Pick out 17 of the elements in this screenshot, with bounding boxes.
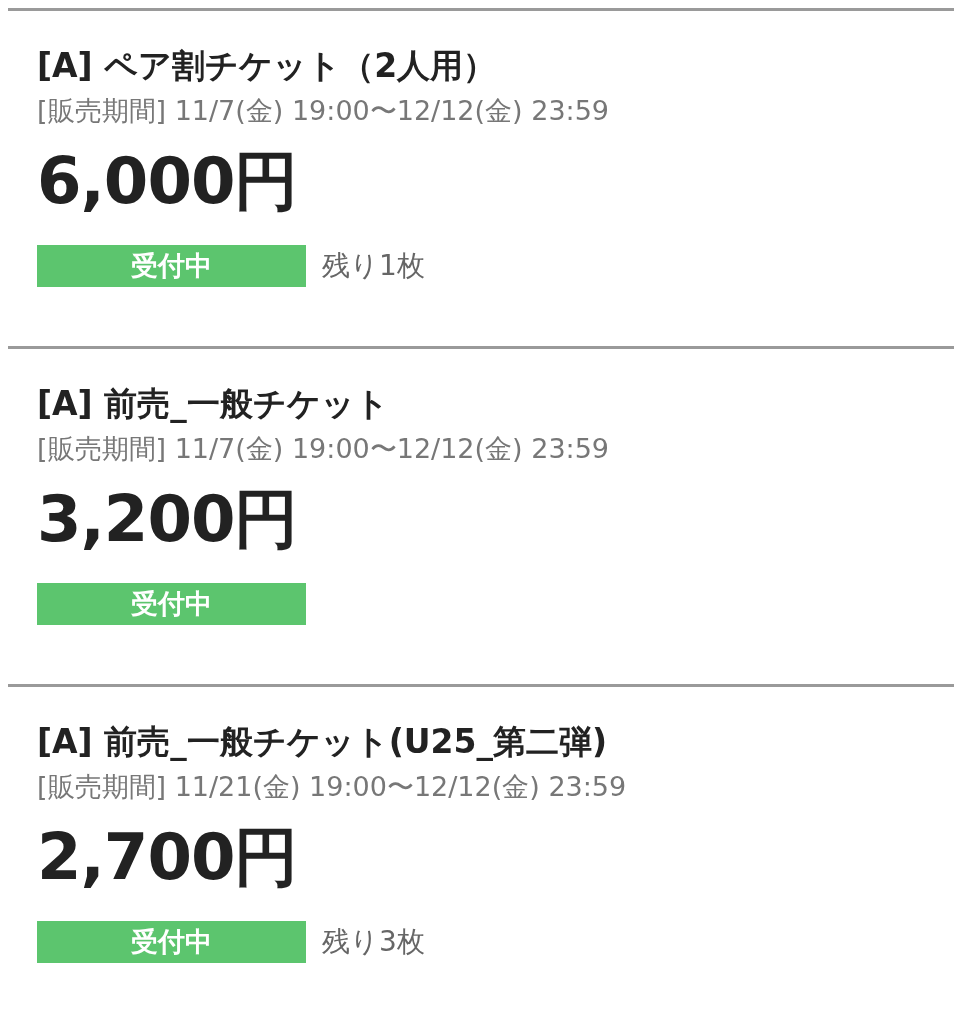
ticket-card[interactable]: [A] ペア割チケット（2人用） [販売期間] 11/7(金) 19:00〜12/12(金) 23:59 6,000円 受付中 残り1枚: [8, 8, 954, 346]
ticket-price: 6,000円: [37, 143, 299, 220]
ticket-card[interactable]: [A] 前売_一般チケット [販売期間] 11/7(金) 19:00〜12/12(金) 23:59 3,200円 受付中: [8, 346, 954, 684]
ticket-card[interactable]: [A] 前売_一般チケット(U25_第二弾) [販売期間] 11/21(金) 19:00〜12/12(金) 23:59 2,700円 受付中 残り3枚: [8, 684, 954, 1022]
remaining-count: 残り1枚: [322, 248, 425, 284]
status-badge: 受付中: [37, 583, 306, 625]
status-badge: 受付中: [37, 245, 306, 287]
ticket-price: 3,200円: [37, 481, 299, 558]
ticket-title: [A] 前売_一般チケット(U25_第二弾): [37, 721, 609, 763]
ticket-price: 2,700円: [37, 819, 299, 896]
ticket-title: [A] 前売_一般チケット: [37, 383, 390, 425]
ticket-title: [A] ペア割チケット（2人用）: [37, 45, 498, 87]
remaining-count: 残り3枚: [322, 924, 425, 960]
sale-period: [販売期間] 11/7(金) 19:00〜12/12(金) 23:59: [37, 432, 610, 466]
sale-period: [販売期間] 11/21(金) 19:00〜12/12(金) 23:59: [37, 770, 628, 804]
sale-period: [販売期間] 11/7(金) 19:00〜12/12(金) 23:59: [37, 94, 610, 128]
status-badge: 受付中: [37, 921, 306, 963]
